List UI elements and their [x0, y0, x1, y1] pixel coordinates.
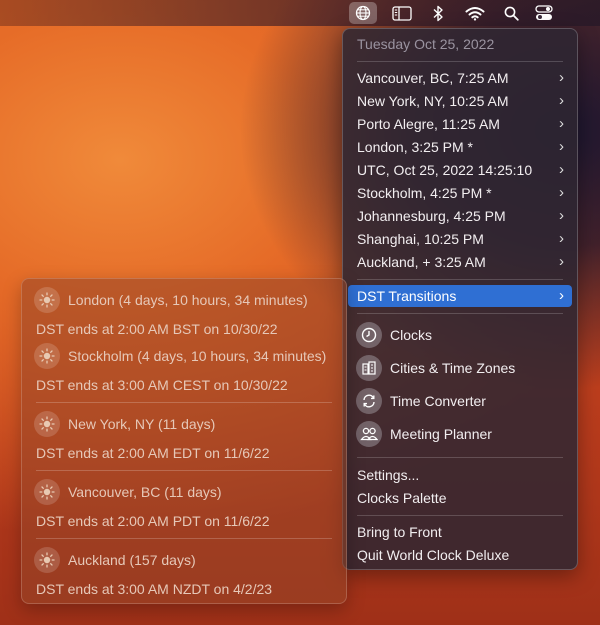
buildings-icon [356, 355, 382, 381]
city-label: Shanghai, 10:25 PM [357, 231, 484, 247]
submenu-separator [36, 402, 332, 403]
city-label: Auckland, + 3:25 AM [357, 254, 486, 270]
bluetooth-icon[interactable] [424, 2, 452, 24]
world-clock-menu: Tuesday Oct 25, 2022 Vancouver, BC, 7:25… [342, 28, 578, 570]
dst-city-item[interactable]: New York, NY (11 days) [34, 411, 215, 437]
dst-note: DST ends at 2:00 AM EDT on 11/6/22 [36, 445, 270, 461]
submenu-separator [36, 538, 332, 539]
dst-transitions-label: DST Transitions [357, 288, 457, 304]
time-converter-label: Time Converter [390, 393, 486, 409]
city-label: London, 3:25 PM * [357, 139, 473, 155]
sun-icon [34, 479, 60, 505]
time-converter-item[interactable]: Time Converter [348, 386, 572, 416]
convert-arrows-icon [356, 388, 382, 414]
city-item[interactable]: Johannesburg, 4:25 PM › [348, 205, 572, 227]
chevron-right-icon: › [559, 69, 564, 86]
clocks-palette-item[interactable]: Clocks Palette [348, 487, 572, 509]
sun-icon [34, 547, 60, 573]
quit-item[interactable]: Quit World Clock Deluxe [348, 544, 572, 566]
control-center-icon[interactable] [530, 2, 558, 24]
city-item[interactable]: Stockholm, 4:25 PM * › [348, 182, 572, 204]
dst-city-label: Vancouver, BC (11 days) [68, 484, 222, 500]
city-item[interactable]: Shanghai, 10:25 PM › [348, 228, 572, 250]
city-label: Vancouver, BC, 7:25 AM [357, 70, 509, 86]
dst-city-item[interactable]: Stockholm (4 days, 10 hours, 34 minutes) [34, 343, 326, 369]
chevron-right-icon: › [559, 138, 564, 155]
cities-time-zones-item[interactable]: Cities & Time Zones [348, 353, 572, 383]
sun-icon [34, 287, 60, 313]
chevron-right-icon: › [559, 184, 564, 201]
dst-note: DST ends at 2:00 AM PDT on 11/6/22 [36, 513, 270, 529]
city-item[interactable]: Porto Alegre, 11:25 AM › [348, 113, 572, 135]
menu-separator [357, 61, 563, 62]
settings-item[interactable]: Settings... [348, 464, 572, 486]
dst-note: DST ends at 3:00 AM NZDT on 4/2/23 [36, 581, 273, 597]
people-icon [356, 421, 382, 447]
chevron-right-icon: › [559, 207, 564, 224]
city-item[interactable]: UTC, Oct 25, 2022 14:25:10 › [348, 159, 572, 181]
chevron-right-icon: › [559, 161, 564, 178]
sun-icon [34, 411, 60, 437]
meeting-planner-item[interactable]: Meeting Planner [348, 419, 572, 449]
sidebar-icon[interactable] [388, 2, 416, 24]
dst-transitions-item[interactable]: DST Transitions › [348, 285, 572, 307]
city-label: New York, NY, 10:25 AM [357, 93, 509, 109]
chevron-right-icon: › [559, 230, 564, 247]
clocks-label: Clocks [390, 327, 433, 343]
submenu-separator [36, 470, 332, 471]
city-label: Johannesburg, 4:25 PM [357, 208, 506, 224]
menu-separator [357, 515, 563, 516]
dst-note: DST ends at 2:00 AM BST on 10/30/22 [36, 321, 278, 337]
date-header: Tuesday Oct 25, 2022 [357, 36, 495, 52]
chevron-right-icon: › [559, 115, 564, 132]
dst-city-item[interactable]: Vancouver, BC (11 days) [34, 479, 222, 505]
clocks-item[interactable]: Clocks [348, 320, 572, 350]
dst-transitions-submenu: London (4 days, 10 hours, 34 minutes) DS… [21, 278, 347, 604]
sun-icon [34, 343, 60, 369]
globe-icon[interactable] [349, 2, 377, 24]
dst-city-label: Auckland (157 days) [68, 552, 196, 568]
wifi-icon[interactable] [461, 2, 489, 24]
dst-city-label: New York, NY (11 days) [68, 416, 216, 432]
clock-icon [356, 322, 382, 348]
city-label: Stockholm, 4:25 PM * [357, 185, 492, 201]
city-item[interactable]: London, 3:25 PM * › [348, 136, 572, 158]
menu-separator [357, 313, 563, 314]
menu-bar [0, 0, 600, 26]
cities-time-zones-label: Cities & Time Zones [390, 360, 516, 376]
city-item[interactable]: Vancouver, BC, 7:25 AM › [348, 67, 572, 89]
menu-separator [357, 457, 563, 458]
meeting-planner-label: Meeting Planner [390, 426, 492, 442]
menu-separator [357, 279, 563, 280]
city-label: Porto Alegre, 11:25 AM [357, 116, 500, 132]
chevron-right-icon: › [559, 92, 564, 109]
dst-city-item[interactable]: Auckland (157 days) [34, 547, 196, 573]
bring-to-front-item[interactable]: Bring to Front [348, 521, 572, 543]
dst-note: DST ends at 3:00 AM CEST on 10/30/22 [36, 377, 288, 393]
dst-city-item[interactable]: London (4 days, 10 hours, 34 minutes) [34, 287, 308, 313]
dst-city-label: Stockholm (4 days, 10 hours, 34 minutes) [68, 348, 327, 364]
city-item[interactable]: New York, NY, 10:25 AM › [348, 90, 572, 112]
chevron-right-icon: › [559, 287, 564, 304]
dst-city-label: London (4 days, 10 hours, 34 minutes) [68, 292, 308, 308]
chevron-right-icon: › [559, 253, 564, 270]
search-icon[interactable] [497, 2, 525, 24]
city-item[interactable]: Auckland, + 3:25 AM › [348, 251, 572, 273]
city-label: UTC, Oct 25, 2022 14:25:10 [357, 162, 533, 178]
